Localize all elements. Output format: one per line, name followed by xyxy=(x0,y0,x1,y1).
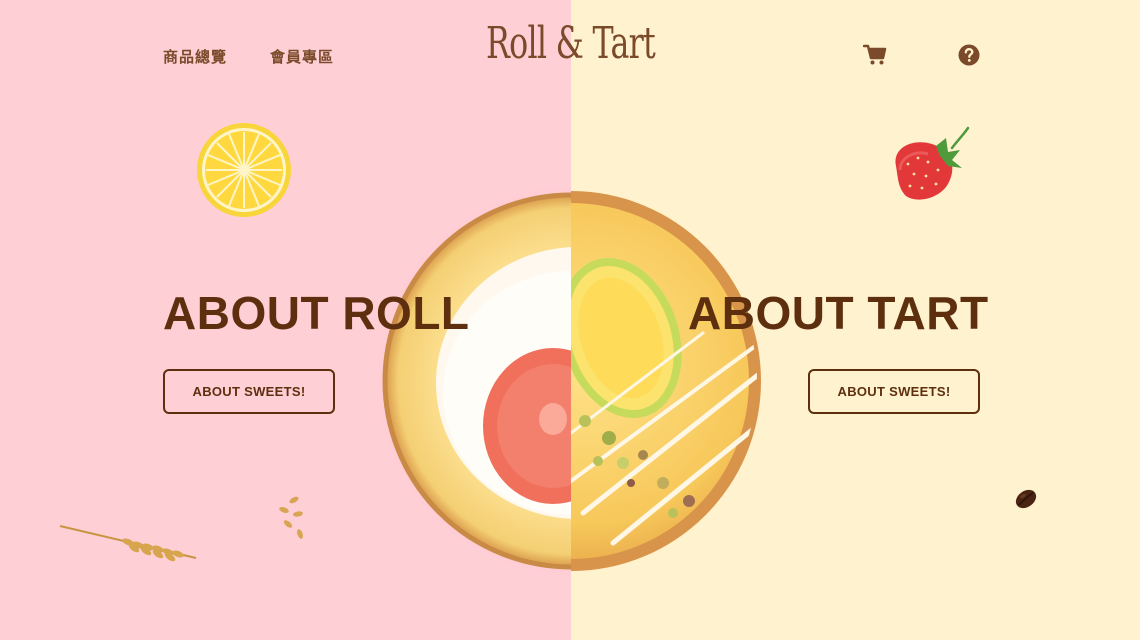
roll-about-sweets-button[interactable]: ABOUT SWEETS! xyxy=(163,369,335,414)
wheat-icon xyxy=(58,518,198,569)
lemon-slice-icon xyxy=(196,122,292,223)
nav-products-link[interactable]: 商品總覽 xyxy=(163,46,227,67)
grain-seeds-icon xyxy=(274,492,310,549)
cart-icon[interactable] xyxy=(862,44,887,71)
cake-illustration xyxy=(373,183,769,579)
nav-member-link[interactable]: 會員專區 xyxy=(270,46,334,67)
brand-logo[interactable]: Roll & Tart xyxy=(486,18,656,69)
coffee-bean-icon xyxy=(1013,487,1039,516)
roll-title: ABOUT ROLL xyxy=(163,287,470,339)
tart-title: ABOUT TART xyxy=(688,287,989,339)
strawberry-icon xyxy=(888,126,974,211)
tart-about-sweets-button[interactable]: ABOUT SWEETS! xyxy=(808,369,980,414)
help-icon[interactable] xyxy=(958,44,980,71)
